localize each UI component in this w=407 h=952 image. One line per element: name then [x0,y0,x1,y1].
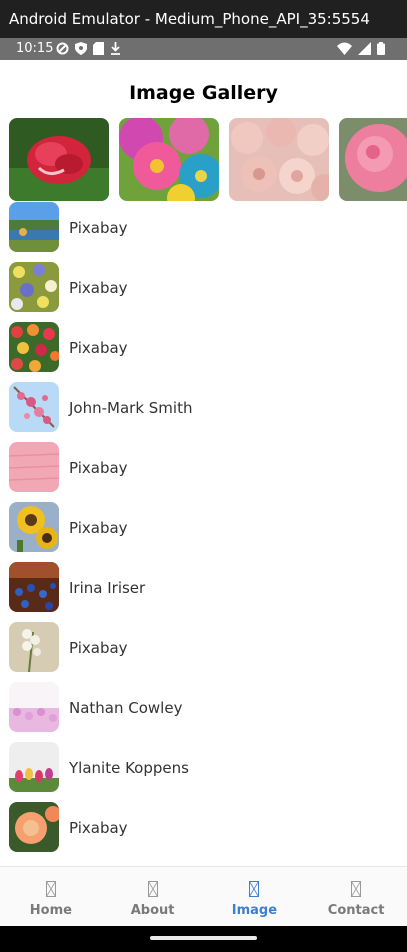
list-item-author: Pixabay [69,339,128,357]
page-title: Image Gallery [129,82,278,104]
sim-card-icon [93,42,104,55]
missing-image-icon [147,881,158,897]
bottom-tab-bar: Home About Image Contact [0,866,407,926]
status-time: 10:15 [16,41,54,56]
list-item-author: Nathan Cowley [69,699,183,717]
list-item-author: Pixabay [69,459,128,477]
list-item[interactable]: Pixabay [0,620,407,680]
system-navigation-bar [0,926,407,952]
tab-home[interactable]: Home [0,867,102,926]
list-item-author: Pixabay [69,819,128,837]
thumbnail-image [9,322,59,372]
home-gesture-handle[interactable] [150,936,257,940]
image-carousel[interactable] [9,118,407,201]
tab-label: Image [231,903,278,918]
thumbnail-image [9,682,59,732]
missing-image-icon [45,881,56,897]
list-item-author: Pixabay [69,279,128,297]
carousel-image[interactable] [9,118,109,201]
list-item-author: Pixabay [69,219,128,237]
list-item[interactable]: Pixabay [0,200,407,260]
list-item[interactable]: Pixabay [0,800,407,860]
list-item[interactable]: Pixabay [0,500,407,560]
list-item-author: Pixabay [69,519,128,537]
list-item[interactable]: Pixabay [0,440,407,500]
thumbnail-image [9,382,59,432]
shield-icon [75,42,87,55]
tab-label: About [130,903,175,918]
thumbnail-image [9,502,59,552]
signal-icon [358,42,371,55]
gallery-list[interactable]: Pixabay Pixabay Pixabay John-Mark Smith … [0,200,407,860]
carousel-image[interactable] [229,118,329,201]
thumbnail-image [9,742,59,792]
list-item[interactable]: Irina Iriser [0,560,407,620]
list-item-author: Pixabay [69,639,128,657]
list-item[interactable]: John-Mark Smith [0,380,407,440]
list-item-author: John-Mark Smith [69,399,193,417]
thumbnail-image [9,622,59,672]
thumbnail-image [9,442,59,492]
missing-image-icon [351,881,362,897]
data-saver-icon [56,42,69,55]
thumbnail-image [9,262,59,312]
download-icon [111,42,120,55]
list-item[interactable]: Nathan Cowley [0,680,407,740]
list-item-author: Irina Iriser [69,579,146,597]
tab-image[interactable]: Image [204,867,306,926]
list-item[interactable]: Pixabay [0,260,407,320]
tab-contact[interactable]: Contact [305,867,407,926]
list-item[interactable]: Ylanite Koppens [0,740,407,800]
missing-image-icon [249,881,260,897]
list-item-author: Ylanite Koppens [69,759,189,777]
thumbnail-image [9,202,59,252]
battery-icon [377,42,385,55]
tab-label: Contact [327,903,385,918]
carousel-image[interactable] [339,118,407,201]
tab-label: Home [29,903,72,918]
tab-about[interactable]: About [102,867,204,926]
list-item[interactable]: Pixabay [0,320,407,380]
thumbnail-image [9,802,59,852]
status-bar: 10:15 [0,38,407,60]
thumbnail-image [9,562,59,612]
emulator-window-title: Android Emulator - Medium_Phone_API_35:5… [0,0,407,38]
wifi-icon [337,42,352,55]
carousel-image[interactable] [119,118,219,201]
